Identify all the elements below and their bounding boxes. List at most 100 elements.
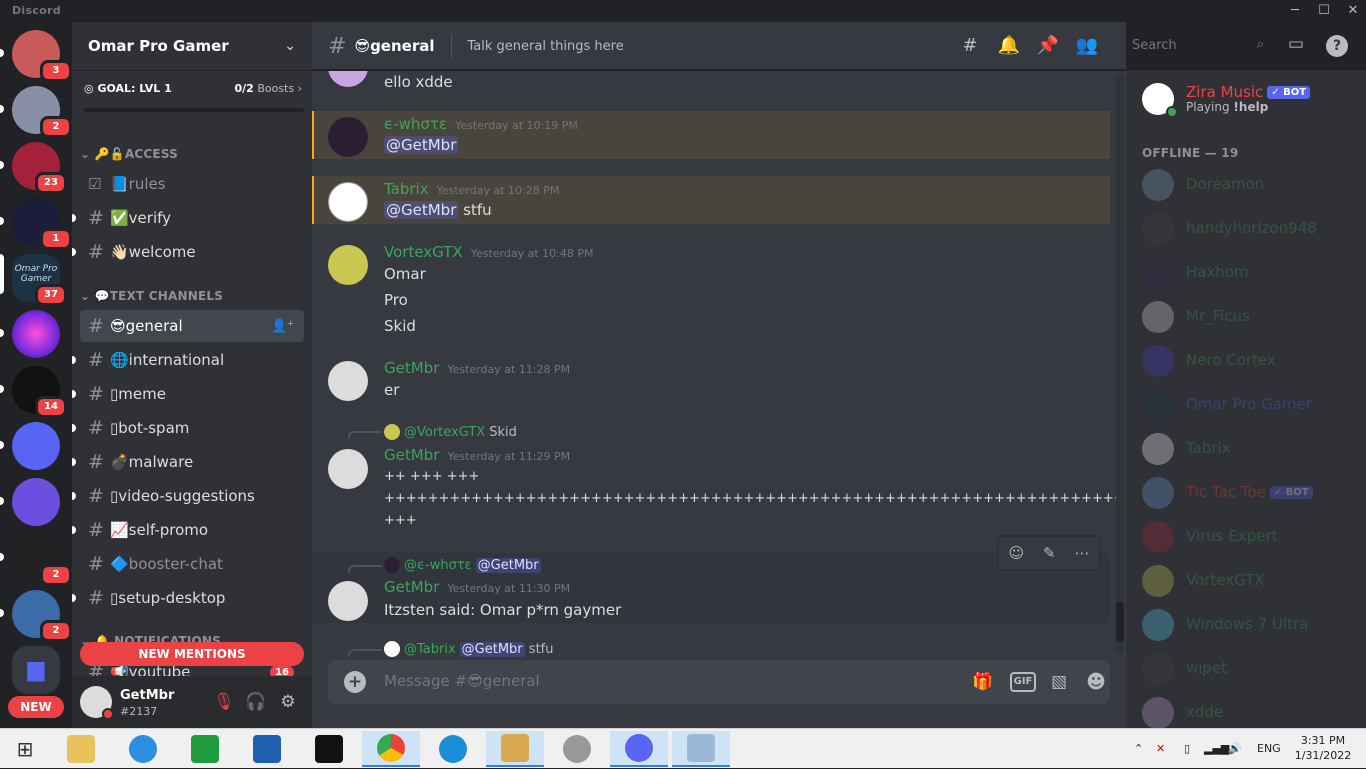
user-mention[interactable]: @GetMbr	[384, 136, 459, 154]
avatar[interactable]	[328, 449, 368, 489]
message-composer[interactable]: + Message #😎general 🎁 GIF ▧ ☻	[328, 660, 1110, 704]
tray-chevron-icon[interactable]: ⌃	[1134, 729, 1143, 769]
server-icon-8[interactable]	[12, 422, 60, 470]
channel-malware[interactable]: # 💣malware	[72, 446, 304, 478]
user-mention[interactable]: @GetMbr	[384, 201, 459, 219]
reply-preview[interactable]: @Tabrix @GetMbr stfu	[384, 641, 553, 657]
author-name[interactable]: Tabrix Yesterday at 10:28 PM	[384, 180, 559, 198]
more-icon[interactable]: ⋯	[1075, 544, 1090, 562]
avatar[interactable]	[328, 245, 368, 285]
boost-goal[interactable]: ◎ GOAL: LVL 1 0/2 Boosts ›	[72, 70, 312, 116]
member-item[interactable]: Zira Music ✓ BOT Playing !help	[1134, 76, 1358, 122]
edit-icon[interactable]: ✎	[1043, 544, 1056, 562]
taskbar-explorer[interactable]	[52, 731, 110, 767]
taskbar-monitor[interactable]	[672, 731, 730, 767]
clock[interactable]: 3:31 PM 1/31/2022	[1290, 733, 1356, 763]
member-item[interactable]: xdde	[1134, 691, 1358, 728]
gift-icon[interactable]: 🎁	[970, 670, 996, 694]
volume-icon[interactable]: 🔊	[1228, 729, 1242, 769]
member-item[interactable]: wipet	[1134, 647, 1358, 691]
member-item[interactable]: Tic Tac Toe ✓ BOT	[1134, 471, 1358, 515]
scrollbar-track[interactable]	[1116, 74, 1124, 654]
member-item[interactable]: handyhorizon948	[1134, 207, 1358, 251]
member-item[interactable]: VortexGTX	[1134, 559, 1358, 603]
member-item[interactable]: Windows 7 Ultra	[1134, 603, 1358, 647]
headphones-icon[interactable]: 🎧	[244, 690, 268, 714]
search-input[interactable]: Search ⌕	[1126, 34, 1270, 58]
emoji-icon[interactable]: ☻	[1083, 670, 1109, 694]
author-name[interactable]: VortexGTX Yesterday at 10:48 PM	[384, 243, 593, 261]
pin-icon[interactable]: 📌	[1036, 34, 1060, 58]
channel-booster-chat[interactable]: # 🔷booster-chat	[80, 548, 304, 580]
channel-international[interactable]: # 🌐international	[72, 344, 304, 376]
channel-general[interactable]: # 😎general 👤⁺	[80, 310, 304, 342]
author-name[interactable]: ϵ-whστε Yesterday at 10:19 PM	[384, 115, 578, 133]
threads-icon[interactable]: #	[958, 34, 982, 58]
member-item[interactable]: Doreamon	[1134, 163, 1358, 207]
channel-setup-desktop[interactable]: # ▯setup-desktop	[72, 582, 304, 614]
channel-bot-spam[interactable]: # ▯bot-spam	[72, 412, 304, 444]
mic-muted-icon[interactable]: 🎙	[212, 690, 236, 714]
new-mentions-button[interactable]: NEW MENTIONS	[80, 642, 304, 666]
taskbar-discord[interactable]	[610, 731, 668, 767]
server-header[interactable]: Omar Pro Gamer ⌄	[72, 22, 312, 70]
avatar[interactable]	[328, 71, 368, 87]
reply-preview[interactable]: @VortexGTX Skid	[384, 424, 517, 440]
message-input[interactable]: Message #😎general	[384, 672, 540, 690]
taskbar-paint[interactable]	[486, 731, 544, 767]
add-reaction-icon[interactable]: ☺	[1008, 544, 1024, 562]
server-icon-9[interactable]	[12, 478, 60, 526]
member-item[interactable]: Haxhom	[1134, 251, 1358, 295]
maximize-button[interactable]: ☐	[1309, 0, 1339, 22]
member-item[interactable]: Virus Expert	[1134, 515, 1358, 559]
members-icon[interactable]: 👥	[1075, 34, 1099, 58]
taskbar-store[interactable]	[176, 731, 234, 767]
inbox-icon[interactable]: ▭	[1288, 34, 1304, 54]
channel-video-suggestions[interactable]: # ▯video-suggestions	[72, 480, 304, 512]
language-indicator[interactable]: ENG	[1257, 729, 1281, 769]
channel-verify[interactable]: # ✅verify	[72, 202, 304, 234]
start-button[interactable]: ⊞	[0, 731, 50, 767]
avatar[interactable]	[328, 361, 368, 401]
taskbar-chrome[interactable]	[362, 731, 420, 767]
channel-meme[interactable]: # ▯meme	[72, 378, 304, 410]
gear-icon[interactable]: ⚙	[276, 690, 300, 714]
author-name[interactable]: GetMbr Yesterday at 11:29 PM	[384, 446, 570, 464]
attach-plus-icon[interactable]: +	[344, 671, 366, 693]
member-item[interactable]: Tabrix	[1134, 427, 1358, 471]
category-text-channels[interactable]: ⌄ 💬TEXT CHANNELS	[80, 289, 223, 303]
taskbar-audio[interactable]	[548, 731, 606, 767]
sticker-icon[interactable]: ▧	[1046, 670, 1072, 694]
author-name[interactable]: GetMbr Yesterday at 11:28 PM	[384, 359, 570, 377]
taskbar-ie[interactable]	[114, 731, 172, 767]
avatar[interactable]	[328, 182, 368, 222]
channel-self-promo[interactable]: # 📈self-promo	[72, 514, 304, 546]
member-item[interactable]: Omar Pro Gamer	[1134, 383, 1358, 427]
invite-icon[interactable]: 👤⁺	[271, 319, 294, 334]
battery-icon[interactable]: ▯	[1184, 729, 1190, 769]
taskbar-edge[interactable]	[424, 731, 482, 767]
member-item[interactable]: Nero Cortex	[1134, 339, 1358, 383]
server-icon-6[interactable]	[12, 310, 60, 358]
taskbar-defender[interactable]	[238, 731, 296, 767]
member-item[interactable]: Mr_Ficus	[1134, 295, 1358, 339]
reply-preview[interactable]: @ϵ-whστε @GetMbr	[384, 557, 541, 573]
minimize-button[interactable]: ─	[1280, 0, 1310, 22]
folder-icon[interactable]: ▆	[12, 646, 60, 694]
channel-rules[interactable]: ☑ 📘rules	[80, 168, 304, 200]
gif-button[interactable]: GIF	[1010, 672, 1036, 692]
network-error-icon[interactable]: ✕	[1156, 729, 1165, 769]
channel-welcome[interactable]: # 👋🏻welcome	[72, 236, 304, 268]
bell-icon[interactable]: 🔔	[997, 34, 1021, 58]
new-badge[interactable]: NEW	[8, 696, 64, 718]
help-icon[interactable]: ?	[1326, 35, 1348, 57]
hash-icon: #	[88, 587, 104, 609]
signal-icon[interactable]: ▂▄▆	[1204, 729, 1229, 769]
author-name[interactable]: GetMbr Yesterday at 11:30 PM	[384, 578, 570, 596]
close-button[interactable]: ✕	[1338, 0, 1366, 22]
taskbar-cmd[interactable]	[300, 731, 358, 767]
avatar[interactable]	[328, 581, 368, 621]
avatar[interactable]	[328, 117, 368, 157]
category-access[interactable]: ⌄ 🔑🔓ACCESS	[80, 147, 178, 161]
scrollbar-thumb[interactable]	[1116, 602, 1124, 642]
